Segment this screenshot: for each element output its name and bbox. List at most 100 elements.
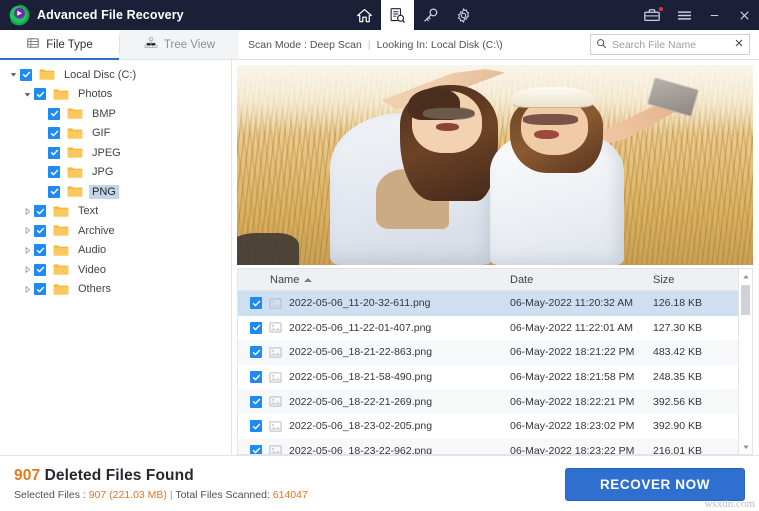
table-row[interactable]: 2022-05-06_18-22-21-269.png 06-May-2022 1… (238, 389, 738, 414)
tab-file-type[interactable]: File Type (0, 30, 119, 60)
tree-node-label: PNG (89, 184, 119, 199)
tree-checkbox[interactable] (34, 88, 46, 101)
folder-icon (67, 146, 83, 159)
clear-x-icon[interactable] (734, 38, 744, 51)
table-row[interactable]: 2022-05-06_18-23-22-962.png 06-May-2022 1… (238, 438, 738, 454)
tree-node-label: Video (78, 263, 106, 276)
photo-foreground-shadow (237, 233, 299, 265)
chevron-right-icon[interactable] (21, 246, 34, 254)
chevron-right-icon[interactable] (21, 285, 34, 293)
key-icon[interactable] (414, 0, 447, 30)
preview-photo (237, 65, 753, 265)
tree-node-archive[interactable]: Archive (0, 221, 231, 241)
tree-checkbox[interactable] (34, 224, 46, 237)
tree-node-label: Text (78, 205, 99, 218)
row-checkbox[interactable] (250, 444, 262, 454)
grid-list-icon (26, 36, 40, 53)
tree-checkbox[interactable] (20, 68, 32, 81)
tree-checkbox[interactable] (34, 283, 46, 296)
tree-node-text[interactable]: Text (0, 202, 231, 222)
photo-right-woman-head (520, 99, 588, 155)
photo-right-woman-hat (513, 87, 594, 107)
deleted-files-found: 907 Deleted Files Found (14, 467, 308, 485)
scan-search-icon[interactable] (380, 0, 414, 30)
titlebar-nav-group (348, 0, 480, 30)
table-row[interactable]: 2022-05-06_18-23-02-205.png 06-May-2022 1… (238, 414, 738, 439)
tree-checkbox[interactable] (48, 146, 60, 159)
scroll-down-icon[interactable] (738, 439, 753, 454)
footer-status-bar: 907 Deleted Files Found Selected Files :… (0, 455, 759, 511)
tree-node-local-disc-c[interactable]: Local Disc (C:) (0, 65, 231, 85)
folder-icon (67, 127, 83, 140)
row-size: 248.35 KB (653, 371, 703, 384)
folder-icon (53, 224, 69, 237)
gear-icon[interactable] (447, 0, 480, 30)
table-row[interactable]: 2022-05-06_18-21-22-863.png 06-May-2022 1… (238, 340, 738, 365)
scrollbar-thumb[interactable] (741, 285, 750, 315)
tree-node-photos[interactable]: Photos (0, 85, 231, 105)
chevron-right-icon[interactable] (21, 266, 34, 274)
close-icon[interactable] (729, 0, 759, 30)
folder-icon (67, 166, 83, 179)
tree-checkbox[interactable] (48, 166, 60, 179)
chevron-down-icon[interactable] (7, 71, 20, 78)
tree-checkbox[interactable] (48, 127, 60, 140)
tree-node-video[interactable]: Video (0, 260, 231, 280)
app-logo-icon (8, 4, 30, 26)
selected-prefix: Selected Files : (14, 488, 89, 501)
image-file-icon (269, 346, 282, 359)
chevron-down-icon[interactable] (21, 91, 34, 98)
search-icon (596, 36, 607, 54)
row-checkbox[interactable] (250, 395, 262, 408)
tree-node-others[interactable]: Others (0, 280, 231, 300)
home-icon[interactable] (348, 0, 381, 30)
file-list-scrollbar[interactable] (738, 268, 753, 455)
row-size: 392.90 KB (653, 420, 703, 433)
tree-node-jpeg[interactable]: JPEG (0, 143, 231, 163)
chevron-right-icon[interactable] (21, 227, 34, 235)
tree-checkbox[interactable] (48, 185, 60, 198)
row-name-cell: 2022-05-06_11-22-01-407.png (238, 321, 510, 334)
column-header-size[interactable]: Size (653, 274, 738, 286)
looking-in-label: Looking In: Local Disk (C:\) (376, 38, 503, 51)
tree-node-bmp[interactable]: BMP (0, 104, 231, 124)
tree-checkbox[interactable] (48, 107, 60, 120)
row-checkbox[interactable] (250, 321, 262, 334)
table-row[interactable]: 2022-05-06_11-22-01-407.png 06-May-2022 1… (238, 316, 738, 341)
hamburger-menu-icon[interactable] (669, 0, 699, 30)
image-file-icon (269, 420, 282, 433)
row-checkbox[interactable] (250, 297, 262, 310)
tree-checkbox[interactable] (34, 244, 46, 257)
tree-node-png[interactable]: PNG (0, 182, 231, 202)
row-file-name: 2022-05-06_18-21-58-490.png (289, 371, 433, 384)
row-size: 483.42 KB (653, 346, 703, 359)
row-checkbox[interactable] (250, 346, 262, 359)
search-input[interactable] (612, 38, 729, 51)
file-list: Name Date Size 2022-05-06_11-20-32-611.p… (237, 268, 738, 455)
minimize-icon[interactable] (699, 0, 729, 30)
row-date: 06-May-2022 11:20:32 AM (510, 297, 633, 310)
scanned-label: Total Files Scanned: (175, 488, 273, 501)
row-checkbox[interactable] (250, 420, 262, 433)
search-box[interactable] (590, 34, 750, 55)
tree-node-gif[interactable]: GIF (0, 124, 231, 144)
tree-checkbox[interactable] (34, 263, 46, 276)
chevron-right-icon[interactable] (21, 207, 34, 215)
tree-checkbox[interactable] (34, 205, 46, 218)
scroll-up-icon[interactable] (738, 269, 753, 284)
table-row[interactable]: 2022-05-06_18-21-58-490.png 06-May-2022 1… (238, 365, 738, 390)
table-row[interactable]: 2022-05-06_11-20-32-611.png 06-May-2022 1… (238, 291, 738, 316)
tree-node-jpg[interactable]: JPG (0, 163, 231, 183)
title-bar: Advanced File Recovery (0, 0, 759, 30)
recover-now-button[interactable]: RECOVER NOW (565, 468, 745, 501)
column-header-name[interactable]: Name (238, 274, 510, 286)
column-header-date[interactable]: Date (510, 274, 653, 286)
row-file-name: 2022-05-06_18-23-22-962.png (289, 444, 433, 454)
row-checkbox[interactable] (250, 371, 262, 384)
toolbox-icon[interactable] (635, 0, 669, 30)
row-size: 216.01 KB (653, 444, 703, 454)
row-size: 126.18 KB (653, 297, 703, 310)
tab-tree-view[interactable]: Tree View (120, 30, 239, 59)
tab-file-type-label: File Type (46, 38, 93, 51)
tree-node-audio[interactable]: Audio (0, 241, 231, 261)
